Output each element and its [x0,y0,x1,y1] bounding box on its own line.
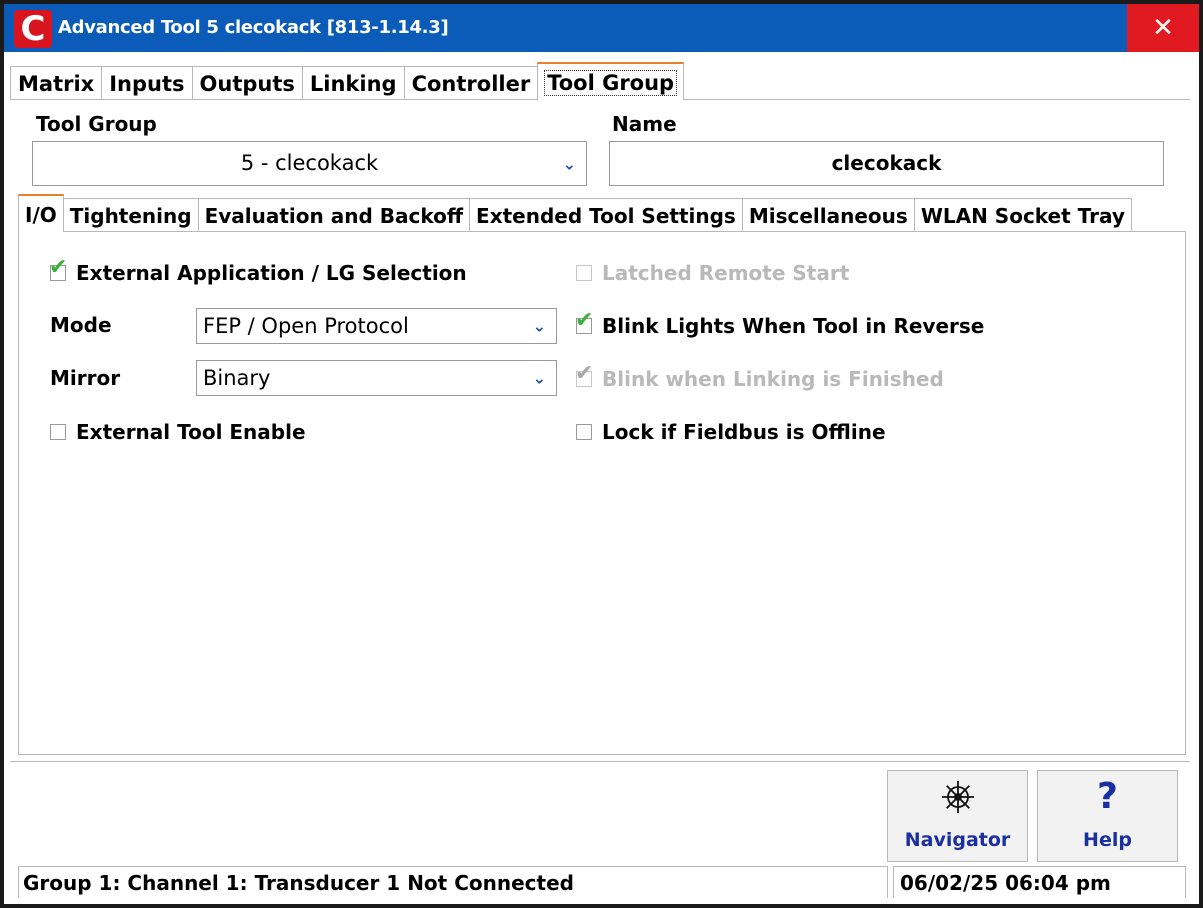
window-title: Advanced Tool 5 clecokack [813-1.14.3] [58,17,449,38]
lock-fieldbus-offline-checkbox[interactable]: Lock if Fieldbus is Offline [576,417,886,447]
mode-dropdown[interactable]: FEP / Open Protocol ⌄ [196,308,557,344]
external-application-checkbox[interactable]: ✔ External Application / LG Selection [49,257,467,288]
chevron-down-icon: ⌄ [562,154,576,173]
tab-inputs[interactable]: Inputs [101,66,193,100]
checkbox-box: ✔ [575,310,593,334]
tab-tool-group[interactable]: Tool Group [537,62,685,100]
checkbox-box [576,424,592,440]
mirror-dropdown[interactable]: Binary ⌄ [196,360,557,396]
tab-tightening[interactable]: Tightening [62,198,199,232]
chevron-down-icon: ⌄ [532,368,546,388]
checkbox-box [50,424,66,440]
footer-divider [10,761,1190,762]
tab-evaluation-backoff[interactable]: Evaluation and Backoff [197,198,471,232]
tab-label: Outputs [199,72,295,96]
checkbox-box [576,265,592,281]
tab-extended-tool-settings[interactable]: Extended Tool Settings [469,198,743,232]
tab-label: I/O [25,203,57,227]
tab-matrix[interactable]: Matrix [10,66,103,100]
mode-label: Mode [50,313,112,337]
external-tool-enable-checkbox[interactable]: External Tool Enable [50,417,306,447]
navigator-button[interactable]: Navigator [887,770,1028,862]
blink-linking-finished-checkbox: ✔ Blink when Linking is Finished [575,363,944,394]
checkbox-label: Lock if Fieldbus is Offline [602,420,886,444]
mode-value: FEP / Open Protocol [203,314,409,338]
chevron-down-icon: ⌄ [532,316,546,336]
tab-label: Controller [411,72,531,96]
tool-group-dropdown[interactable]: 5 - clecokack ⌄ [32,141,587,186]
close-button[interactable]: ✕ [1127,4,1199,52]
checkbox-label: Blink Lights When Tool in Reverse [602,314,985,338]
tab-label: Matrix [18,72,95,96]
tab-label: Tool Group [544,70,678,96]
status-message: Group 1: Channel 1: Transducer 1 Not Con… [18,866,888,898]
tab-label: Inputs [109,72,185,96]
tab-label: Linking [309,72,397,96]
checkbox-box: ✔ [49,257,67,281]
tab-outputs[interactable]: Outputs [191,66,303,100]
io-panel [18,231,1186,755]
tab-label: Miscellaneous [748,204,908,228]
ship-wheel-icon [888,777,1027,824]
help-label: Help [1083,829,1132,851]
sub-tab-strip: I/O Tightening Evaluation and Backoff Ex… [18,194,1132,232]
tab-label: Tightening [69,204,192,228]
main-tab-strip: Matrix Inputs Outputs Linking Controller… [10,62,685,100]
tab-controller[interactable]: Controller [403,66,539,100]
title-bar: C Advanced Tool 5 clecokack [813-1.14.3]… [4,4,1199,52]
tab-label: Evaluation and Backoff [204,204,464,228]
tab-miscellaneous[interactable]: Miscellaneous [741,198,915,232]
checkmark-icon: ✔ [575,361,594,386]
tab-wlan-socket-tray[interactable]: WLAN Socket Tray [913,198,1132,232]
checkbox-label: Latched Remote Start [602,261,850,285]
checkbox-label: Blink when Linking is Finished [602,367,944,391]
latched-remote-start-checkbox: Latched Remote Start [576,258,849,288]
navigator-label: Navigator [904,829,1011,851]
checkbox-box: ✔ [575,363,593,387]
checkmark-icon: ✔ [49,255,68,280]
help-button[interactable]: ? Help [1037,770,1178,862]
tool-group-label: Tool Group [36,112,157,136]
mirror-label: Mirror [50,366,121,390]
name-field[interactable]: clecokack [609,141,1164,186]
checkmark-icon: ✔ [575,308,594,333]
mirror-value: Binary [203,366,271,390]
checkbox-label: External Application / LG Selection [76,261,467,285]
close-icon: ✕ [1152,13,1174,43]
blink-lights-reverse-checkbox[interactable]: ✔ Blink Lights When Tool in Reverse [575,310,985,341]
app-logo-icon: C [14,10,52,48]
tab-label: Extended Tool Settings [476,204,736,228]
tool-group-value: 5 - clecokack [240,151,379,175]
tab-label: WLAN Socket Tray [920,204,1125,228]
status-datetime: 06/02/25 06:04 pm [893,866,1186,898]
name-label: Name [612,112,677,136]
tab-io[interactable]: I/O [18,194,64,232]
tab-linking[interactable]: Linking [301,66,405,100]
checkbox-label: External Tool Enable [76,420,306,444]
question-icon: ? [1097,776,1118,817]
